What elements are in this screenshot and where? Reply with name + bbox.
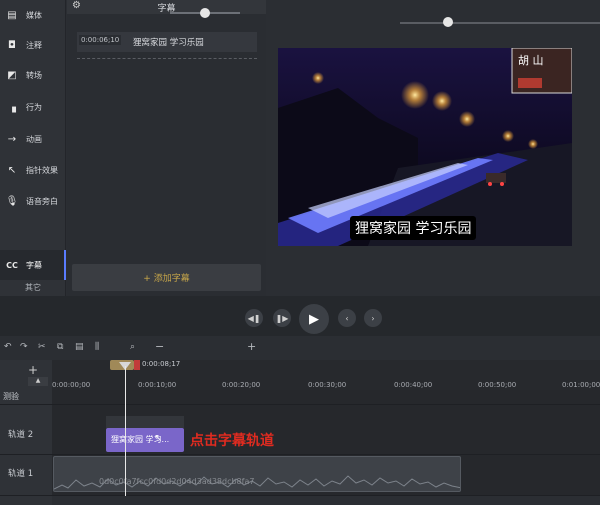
ruler-tick-label: 0:00:40;00 xyxy=(394,381,433,389)
chevron-right-icon: › xyxy=(371,313,375,323)
cut-icon[interactable]: ✂ xyxy=(38,342,46,352)
sidebar-item-behaviors[interactable]: ▗ 行为 xyxy=(0,92,66,122)
sidebar-item-voice-narration[interactable]: 🎙 语音旁白 xyxy=(0,186,66,216)
mouse-cursor-icon: ↖ xyxy=(154,433,163,444)
collapse-tracks-button[interactable]: ▲ xyxy=(28,377,48,386)
step-forward-button[interactable]: ❚▶ xyxy=(273,309,291,327)
step-back-icon: ◀❚ xyxy=(247,313,261,323)
caption-clip-header xyxy=(106,416,184,428)
timeline-toolbar: ↶ ↷ ✂ ⧉ ▤ ⫼ ⌕ − + xyxy=(0,338,600,360)
sidebar-item-label: 注释 xyxy=(26,40,42,50)
video-clip[interactable]: 0d0c0fa7fcc0fd0d2d04d3ad38dcb8fa7 xyxy=(53,456,461,492)
ruler-tick-label: 0:01:00;00 xyxy=(562,381,600,389)
cc-icon: CC xyxy=(6,260,18,270)
left-sidebar: ▤ 媒体 ◘ 注释 ◩ 转场 ▗ 行为 → 动画 ↖ 指针效果 🎙 语音旁白 C… xyxy=(0,0,66,296)
zoom-out-icon[interactable]: − xyxy=(155,340,164,353)
caption-clip[interactable]: 狸窝家园 学习... ↖ xyxy=(106,428,184,452)
magnifier-icon: ⌕ xyxy=(130,342,136,352)
sidebar-other-label[interactable]: 其它 xyxy=(0,282,66,293)
film-icon: ▤ xyxy=(7,9,17,21)
quiz-track[interactable] xyxy=(52,390,600,404)
ruler-tick-label: 0:00:10;00 xyxy=(138,381,177,389)
track-1-label[interactable]: 轨道 1 xyxy=(8,467,33,479)
sidebar-item-cursor-effects[interactable]: ↖ 指针效果 xyxy=(0,155,66,185)
video-subtitle[interactable]: 狸窝家园 学习乐园 xyxy=(350,216,477,240)
seek-bar[interactable] xyxy=(400,22,600,24)
quiz-track-label[interactable]: 测验 xyxy=(3,391,19,402)
paste-icon[interactable]: ▤ xyxy=(75,342,84,352)
play-button[interactable]: ▶ xyxy=(299,304,329,334)
seek-handle[interactable] xyxy=(443,17,453,27)
timeline-ruler[interactable]: 0:00:08;17 0:00:00;00 0:00:10;00 0:00:20… xyxy=(52,360,600,390)
caption-timestamp: 0:00:06;10 xyxy=(79,35,122,45)
step-forward-icon: ❚▶ xyxy=(275,313,289,323)
add-caption-button[interactable]: + 添加字幕 xyxy=(72,264,261,291)
sidebar-item-captions[interactable]: CC 字幕 xyxy=(0,250,66,280)
sidebar-item-transitions[interactable]: ◩ 转场 xyxy=(0,60,66,90)
behavior-icon: ▗ xyxy=(8,101,16,113)
annotation-icon: ◘ xyxy=(8,39,16,51)
next-marker-button[interactable]: › xyxy=(364,309,382,327)
add-track-button[interactable]: + xyxy=(28,363,38,377)
playhead-time: 0:00:08;17 xyxy=(142,360,181,368)
step-back-button[interactable]: ◀❚ xyxy=(245,309,263,327)
track-divider xyxy=(0,495,600,496)
ruler-tick-label: 0:00:00;00 xyxy=(52,381,91,389)
video-clip-label: 0d0c0fa7fcc0fd0d2d04d3ad38dcb8fa7 xyxy=(99,477,255,486)
playhead-out-marker[interactable] xyxy=(134,360,140,370)
player-controls: ◀❚ ❚▶ ▶ ‹ › xyxy=(0,296,600,336)
caption-divider xyxy=(77,58,257,59)
animation-icon: → xyxy=(7,133,17,145)
sidebar-item-annotations[interactable]: ◘ 注释 xyxy=(0,30,66,60)
playhead-line[interactable] xyxy=(125,366,126,496)
previous-marker-button[interactable]: ‹ xyxy=(338,309,356,327)
microphone-icon: 🎙 xyxy=(5,195,19,207)
track-2-label[interactable]: 轨道 2 xyxy=(8,428,33,440)
play-icon: ▶ xyxy=(309,311,319,327)
chevron-left-icon: ‹ xyxy=(345,313,349,323)
sidebar-item-label: 语音旁白 xyxy=(26,196,58,206)
cursor-effect-icon: ↖ xyxy=(7,164,17,176)
sidebar-item-animations[interactable]: → 动画 xyxy=(0,124,66,154)
ruler-tick-label: 0:00:50;00 xyxy=(478,381,517,389)
zoom-in-icon[interactable]: + xyxy=(247,340,256,353)
ruler-tick-label: 0:00:20;00 xyxy=(222,381,261,389)
sign-text: 胡 山 xyxy=(518,54,544,67)
sidebar-item-label: 字幕 xyxy=(26,260,42,270)
captions-panel: ⚙ 字幕 0:00:06;10 狸窝家园 学习乐园 + 添加字幕 xyxy=(67,0,266,296)
copy-icon[interactable]: ⧉ xyxy=(57,342,63,352)
sidebar-item-media[interactable]: ▤ 媒体 xyxy=(0,0,66,30)
sidebar-item-label: 动画 xyxy=(26,134,42,144)
sidebar-item-label: 指针效果 xyxy=(26,165,58,175)
sidebar-item-label: 转场 xyxy=(26,70,42,80)
caption-list-item[interactable]: 0:00:06;10 狸窝家园 学习乐园 xyxy=(77,32,257,52)
undo-icon[interactable]: ↶ xyxy=(4,342,12,352)
transition-icon: ◩ xyxy=(7,69,17,81)
zoom-slider-handle[interactable] xyxy=(200,8,210,18)
redo-icon[interactable]: ↷ xyxy=(20,342,28,352)
split-icon[interactable]: ⫼ xyxy=(95,342,99,352)
caption-text[interactable]: 狸窝家园 学习乐园 xyxy=(133,36,204,48)
ruler-tick-label: 0:00:30;00 xyxy=(308,381,347,389)
sidebar-item-label: 媒体 xyxy=(26,10,42,20)
tutorial-annotation: 点击字幕轨道 xyxy=(190,433,274,449)
video-preview[interactable]: 胡 山 狸窝家园 学习乐园 xyxy=(278,48,572,246)
track-divider xyxy=(0,404,600,405)
sidebar-item-label: 行为 xyxy=(26,102,42,112)
track-divider xyxy=(0,454,600,455)
